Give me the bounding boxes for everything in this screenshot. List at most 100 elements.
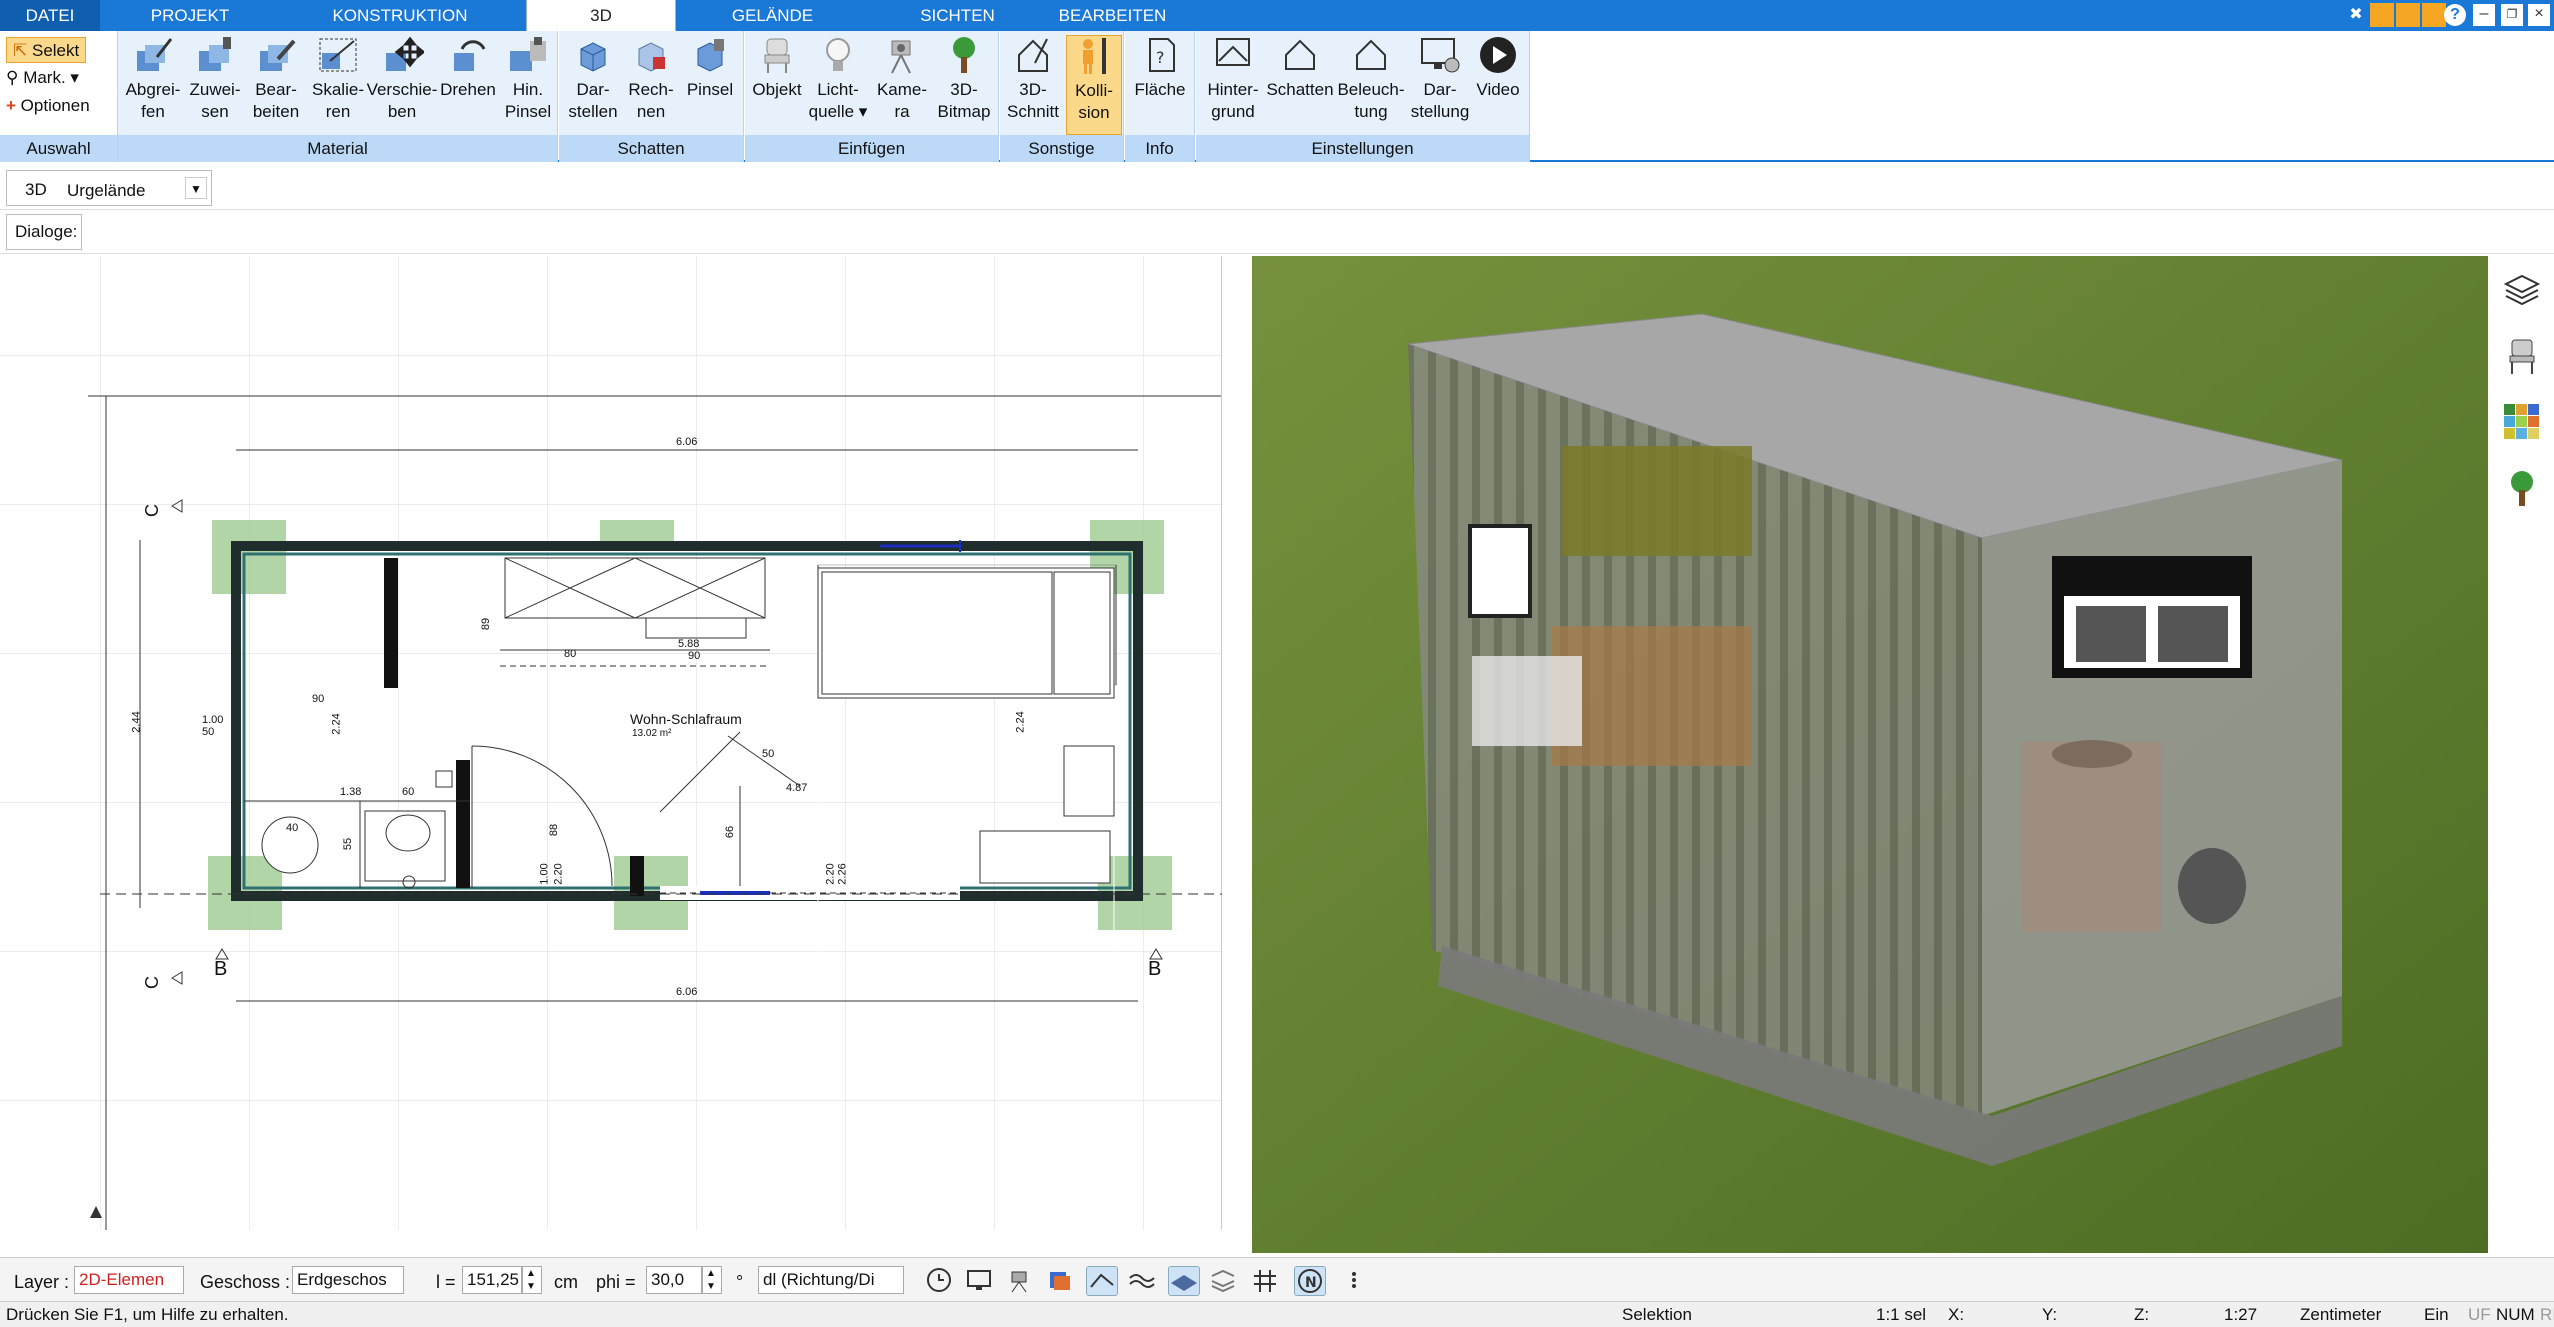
tab-bearbeiten[interactable]: BEARBEITEN [1050,0,1175,31]
length-stepper[interactable]: ▲ ▼ [522,1266,542,1294]
tab-projekt[interactable]: PROJEKT [110,0,270,31]
tree-icon[interactable] [2502,468,2542,508]
drehen-button[interactable]: Drehen [436,35,500,101]
lichtquelle-button[interactable]: Licht- quelle ▾ [807,35,869,123]
dialog-bar: Dialoge: [0,210,2554,254]
move-icon [386,36,424,71]
zuweisen-label: Zuwei- sen [189,80,241,121]
flaeche-button[interactable]: ? Fläche [1131,35,1189,101]
texture-icon[interactable] [1126,1266,1158,1296]
verschieben-button[interactable]: Verschie- ben [364,35,440,123]
close-icon[interactable]: × [2528,4,2550,26]
group-material: Abgrei- fen Zuwei- sen Bear- beiten Skal… [118,31,558,162]
materials-icon[interactable] [2502,402,2542,442]
window-icon-3[interactable] [2422,3,2446,27]
beleuchtung-button[interactable]: Beleuch- tung [1334,35,1408,123]
group-schatten: Dar- stellen Rech- nen Pinsel Schatten [559,31,744,162]
tab-gelaende[interactable]: GELÄNDE [700,0,845,31]
wall-tool-icon[interactable] [1086,1266,1118,1296]
darstellung-button[interactable]: Dar- stellung [1408,35,1472,123]
length-label: l = [436,1272,456,1292]
hin-pinsel-button[interactable]: Hin. Pinsel [500,35,556,123]
more-icon[interactable] [1346,1266,1364,1296]
tools-icon[interactable]: ✖ [2344,3,2368,27]
geschoss-select[interactable]: Erdgeschos [292,1266,404,1294]
grid-icon[interactable] [1250,1266,1282,1296]
group-label-auswahl: Auswahl [0,135,117,162]
beleuchtung-label: Beleuch- tung [1337,80,1405,121]
layers-stack-icon[interactable] [1208,1266,1240,1296]
direction-select[interactable]: dl (Richtung/Di [758,1266,904,1294]
video-button[interactable]: Video [1470,35,1526,101]
hintergrund-label: Hinter- grund [1207,80,1259,121]
help-icon[interactable]: ? [2444,4,2466,26]
length-input[interactable]: 151,25 [462,1266,522,1294]
hin-pinsel-label: Hin. Pinsel [504,80,552,121]
chair-icon[interactable] [2502,336,2542,376]
status-y: Y: [2042,1305,2058,1324]
tab-datei[interactable]: DATEI [0,0,100,31]
tree-icon [953,37,975,73]
status-scale: 1:27 [2224,1305,2258,1324]
view-selector[interactable]: 3D Urgelände ▼ [6,170,212,206]
group-label-material: Material [118,135,557,162]
layers-color-icon[interactable] [1044,1266,1076,1296]
group-einstellungen: Hinter- grund Schatten Beleuch- tung Dar… [1196,31,1530,162]
group-einfuegen: Objekt Licht- quelle ▾ Kame- ra 3D- Bitm… [745,31,999,162]
schatten-button[interactable]: Schatten [1264,35,1336,101]
phi-stepper[interactable]: ▲ ▼ [702,1266,722,1294]
pinsel-button[interactable]: Pinsel [681,35,739,101]
3d-render [1252,256,2488,1253]
window-icon-2[interactable] [2396,3,2420,27]
group-auswahl: ⇱ Selekt ⚲ Mark. ▾ + Optionen Auswahl [0,31,118,162]
clock-icon[interactable] [924,1266,956,1296]
view-value: Urgelände [67,181,146,200]
layers-icon[interactable] [2502,270,2542,310]
rechnen-button[interactable]: Rech- nen [623,35,679,123]
3d-view[interactable] [1252,256,2488,1253]
rotate-icon [454,40,486,71]
window-icon-1[interactable] [2370,3,2394,27]
optionen-button[interactable]: + Optionen [6,93,90,119]
abgreifen-button[interactable]: Abgrei- fen [122,35,184,123]
phi-label: phi = [596,1272,636,1292]
edit-material-icon [260,39,296,71]
3d-schnitt-button[interactable]: 3D- Schnitt [1004,35,1062,123]
zuweisen-button[interactable]: Zuwei- sen [186,35,244,123]
brush-icon [510,37,546,71]
house-light-icon [1356,39,1386,70]
view-selector-bar: 3D Urgelände ▼ [0,166,2554,210]
skalieren-button[interactable]: Skalie- ren [308,35,368,123]
bearbeiten-button[interactable]: Bear- beiten [246,35,306,123]
north-icon[interactable]: N [1294,1266,1326,1296]
plane-icon[interactable] [1168,1266,1200,1296]
status-unit: Zentimeter [2300,1305,2382,1324]
assign-icon [199,37,231,71]
chevron-down-icon[interactable]: ▼ [185,177,207,199]
hintergrund-button[interactable]: Hinter- grund [1200,35,1266,123]
mark-button[interactable]: ⚲ Mark. ▾ [6,65,79,91]
monitor-icon[interactable] [964,1266,996,1296]
selekt-button[interactable]: ⇱ Selekt [6,37,87,63]
status-bar: Drücken Sie F1, um Hilfe zu erhalten. Se… [0,1301,2554,1327]
kamera-button[interactable]: Kame- ra [873,35,931,123]
pipette-icon [137,38,173,71]
minimize-icon[interactable]: – [2473,4,2495,26]
darstellen-label: Dar- stellen [568,80,618,121]
tab-konstruktion[interactable]: KONSTRUKTION [300,0,500,31]
status-x: X: [1948,1305,1965,1324]
camera-icon[interactable] [1004,1266,1036,1296]
phi-input[interactable]: 30,0 [646,1266,702,1294]
tab-3d[interactable]: 3D [526,0,676,31]
objekt-button[interactable]: Objekt [749,35,805,101]
darstellen-button[interactable]: Dar- stellen [565,35,621,123]
optionen-label: Optionen [20,96,90,115]
tab-sichten[interactable]: SICHTEN [880,0,1035,31]
3d-bitmap-button[interactable]: 3D- Bitmap [933,35,995,123]
layer-select[interactable]: 2D-Elemen [74,1266,184,1294]
group-label-einfuegen: Einfügen [745,135,998,162]
kollision-button[interactable]: Kolli- sion [1066,35,1122,135]
flaeche-label: Fläche [1134,80,1186,99]
restore-icon[interactable]: ❐ [2501,4,2523,26]
group-label-info: Info [1125,135,1194,162]
